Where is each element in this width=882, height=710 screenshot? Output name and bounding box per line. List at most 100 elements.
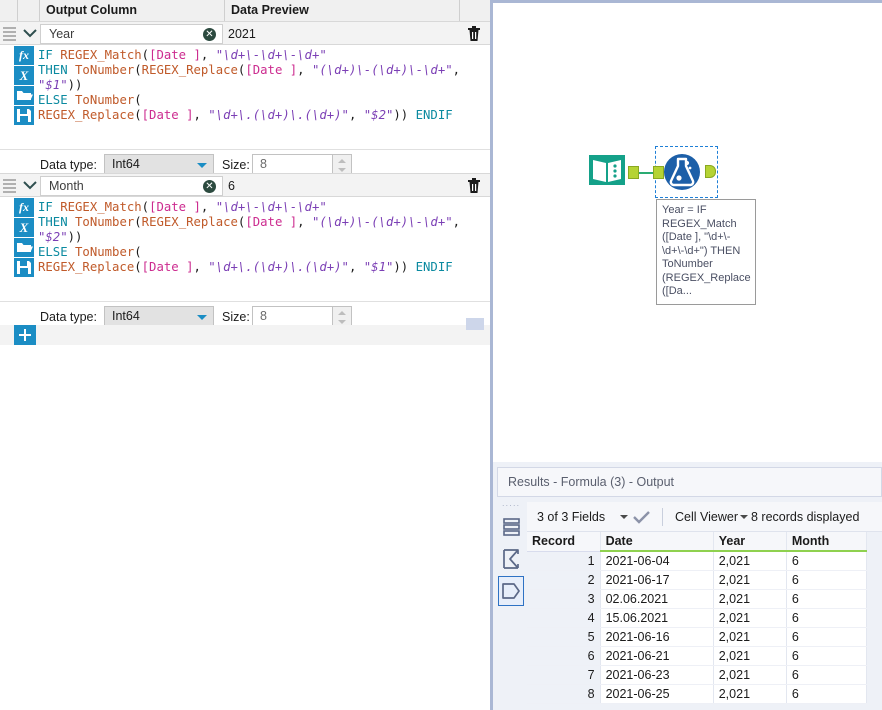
- size-stepper[interactable]: [332, 306, 352, 327]
- table-header-row: Record Date Year Month: [527, 532, 867, 551]
- sidebar-drag-dots[interactable]: ·····: [500, 502, 522, 510]
- cell-date[interactable]: 2021-06-21: [600, 646, 713, 665]
- formula-line: REGEX_Replace([Date ], "\d+\.(\d+)\.(\d+…: [38, 260, 490, 275]
- code-token: IF: [38, 48, 60, 62]
- table-row[interactable]: 72021-06-232,0216: [527, 665, 867, 684]
- panel-scrollbar[interactable]: [466, 318, 484, 330]
- clear-icon[interactable]: ✕: [203, 28, 216, 41]
- cell-year[interactable]: 2,021: [713, 570, 786, 589]
- clear-icon[interactable]: ✕: [203, 180, 216, 193]
- cell-date[interactable]: 2021-06-17: [600, 570, 713, 589]
- cell-date[interactable]: 2021-06-25: [600, 684, 713, 703]
- formula-tool-node[interactable]: [661, 151, 703, 193]
- cell-record[interactable]: 6: [527, 646, 600, 665]
- size-input-month[interactable]: 8: [252, 306, 352, 327]
- cell-year[interactable]: 2,021: [713, 608, 786, 627]
- text-input-output-anchor[interactable]: [628, 166, 639, 179]
- cell-month[interactable]: 6: [786, 684, 866, 703]
- cell-date[interactable]: 2021-06-23: [600, 665, 713, 684]
- column-header-record[interactable]: Record: [527, 532, 600, 551]
- table-view-icon[interactable]: [498, 512, 524, 542]
- table-row[interactable]: 22021-06-172,0216: [527, 570, 867, 589]
- drag-grip-icon[interactable]: [3, 179, 16, 192]
- cell-year[interactable]: 2,021: [713, 551, 786, 570]
- cell-year[interactable]: 2,021: [713, 589, 786, 608]
- delete-icon[interactable]: [462, 177, 486, 195]
- summary-sigma-icon[interactable]: [498, 544, 524, 574]
- cell-year[interactable]: 2,021: [713, 627, 786, 646]
- output-shape-icon[interactable]: [498, 576, 524, 606]
- cell-year[interactable]: 2,021: [713, 684, 786, 703]
- stepper-down-icon[interactable]: [338, 320, 346, 324]
- cell-record[interactable]: 7: [527, 665, 600, 684]
- cell-record[interactable]: 8: [527, 684, 600, 703]
- cell-month[interactable]: 6: [786, 570, 866, 589]
- text-input-tool-node[interactable]: [586, 151, 628, 193]
- column-header-date[interactable]: Date: [600, 532, 713, 551]
- size-input-year[interactable]: 8: [252, 154, 352, 175]
- column-header-year[interactable]: Year: [713, 532, 786, 551]
- output-column-input-year[interactable]: Year ✕: [40, 24, 223, 44]
- open-folder-icon[interactable]: [14, 86, 34, 105]
- delete-icon[interactable]: [462, 25, 486, 43]
- cell-record[interactable]: 2: [527, 570, 600, 589]
- cell-viewer-selector[interactable]: Cell Viewer: [675, 502, 738, 532]
- table-row[interactable]: 415.06.20212,0216: [527, 608, 867, 627]
- size-stepper[interactable]: [332, 154, 352, 175]
- open-folder-icon[interactable]: [14, 238, 34, 257]
- chevron-down-icon[interactable]: [740, 515, 748, 519]
- code-token: ,: [193, 108, 208, 122]
- function-fx-icon[interactable]: fx: [14, 46, 34, 65]
- table-row[interactable]: 12021-06-042,0216: [527, 551, 867, 570]
- code-token: ,: [349, 260, 364, 274]
- cell-month[interactable]: 6: [786, 646, 866, 665]
- table-row[interactable]: 302.06.20212,0216: [527, 589, 867, 608]
- collapse-chevron-icon[interactable]: [19, 24, 41, 45]
- cell-month[interactable]: 6: [786, 627, 866, 646]
- table-row[interactable]: 62021-06-212,0216: [527, 646, 867, 665]
- add-formula-button[interactable]: [14, 325, 36, 345]
- workflow-canvas[interactable]: Year = IF REGEX_Match ([Date ], "\d+\-\d…: [490, 0, 882, 462]
- formula-expression-editor-month[interactable]: IF REGEX_Match([Date ], "\d+\-\d+\-\d+"T…: [36, 198, 490, 298]
- drag-grip-icon[interactable]: [3, 27, 16, 40]
- cell-year[interactable]: 2,021: [713, 646, 786, 665]
- header-expand-cell: [18, 0, 40, 21]
- formula-expression-editor-year[interactable]: IF REGEX_Match([Date ], "\d+\-\d+\-\d+"T…: [36, 46, 490, 146]
- cell-date[interactable]: 02.06.2021: [600, 589, 713, 608]
- cell-month[interactable]: 6: [786, 665, 866, 684]
- cell-date[interactable]: 2021-06-16: [600, 627, 713, 646]
- fields-selector[interactable]: 3 of 3 Fields: [537, 502, 605, 532]
- table-row[interactable]: 82021-06-252,0216: [527, 684, 867, 703]
- cell-record[interactable]: 3: [527, 589, 600, 608]
- cell-month[interactable]: 6: [786, 551, 866, 570]
- variable-x-icon[interactable]: X: [14, 66, 34, 85]
- function-fx-icon[interactable]: fx: [14, 198, 34, 217]
- cell-record[interactable]: 4: [527, 608, 600, 627]
- cell-date[interactable]: 2021-06-04: [600, 551, 713, 570]
- output-column-input-month[interactable]: Month ✕: [40, 176, 223, 196]
- datatype-select-year[interactable]: Int64: [104, 154, 214, 175]
- cell-month[interactable]: 6: [786, 589, 866, 608]
- checkmark-icon[interactable]: [633, 502, 650, 532]
- save-disk-icon[interactable]: [14, 258, 34, 277]
- code-token: ENDIF: [416, 260, 453, 274]
- size-value-month: 8: [260, 309, 267, 323]
- results-data-table[interactable]: Record Date Year Month 12021-06-042,0216…: [527, 532, 882, 707]
- save-disk-icon[interactable]: [14, 106, 34, 125]
- stepper-up-icon[interactable]: [338, 159, 346, 163]
- table-row[interactable]: 52021-06-162,0216: [527, 627, 867, 646]
- stepper-up-icon[interactable]: [338, 311, 346, 315]
- cell-record[interactable]: 5: [527, 627, 600, 646]
- cell-record[interactable]: 1: [527, 551, 600, 570]
- cell-month[interactable]: 6: [786, 608, 866, 627]
- formula-output-anchor[interactable]: [705, 165, 716, 178]
- variable-x-icon[interactable]: X: [14, 218, 34, 237]
- column-header-month[interactable]: Month: [786, 532, 866, 551]
- cell-date[interactable]: 15.06.2021: [600, 608, 713, 627]
- stepper-down-icon[interactable]: [338, 168, 346, 172]
- chevron-down-icon[interactable]: [620, 515, 628, 519]
- code-token: [Date ]: [245, 215, 297, 229]
- cell-year[interactable]: 2,021: [713, 665, 786, 684]
- datatype-select-month[interactable]: Int64: [104, 306, 214, 327]
- collapse-chevron-icon[interactable]: [19, 176, 41, 197]
